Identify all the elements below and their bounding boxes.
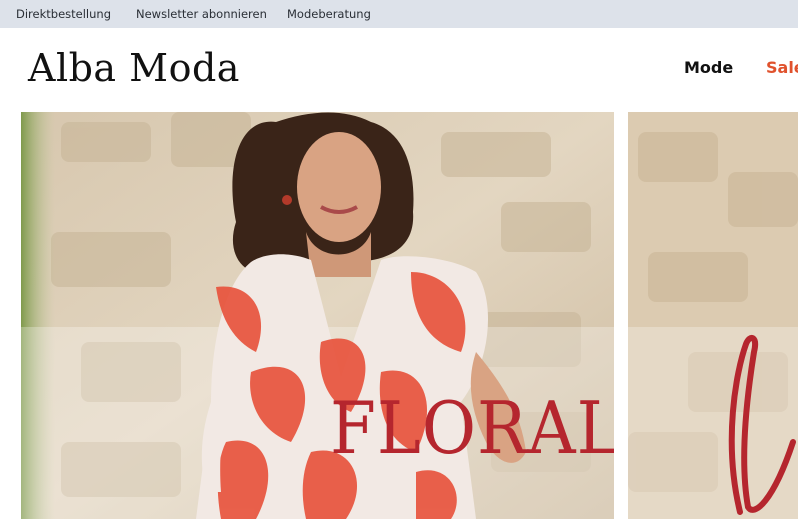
utility-bar: Direktbestellung Newsletter abonnieren M…: [0, 0, 798, 28]
link-direktbestellung[interactable]: Direktbestellung: [16, 0, 111, 28]
hero-slide-1[interactable]: FLORALE: [21, 112, 614, 519]
site-header: Alba Moda Mode Sale: [0, 28, 798, 112]
brand-logo[interactable]: Alba Moda: [28, 46, 240, 90]
hero-image-2: [628, 112, 798, 519]
nav-item-sale[interactable]: Sale: [766, 58, 798, 78]
hero-headline: FLORALE: [330, 386, 614, 470]
link-newsletter[interactable]: Newsletter abonnieren: [136, 0, 267, 28]
nav-item-mode[interactable]: Mode: [684, 58, 733, 78]
link-modeberatung[interactable]: Modeberatung: [287, 0, 371, 28]
hero-slide-2[interactable]: l: [628, 112, 798, 519]
